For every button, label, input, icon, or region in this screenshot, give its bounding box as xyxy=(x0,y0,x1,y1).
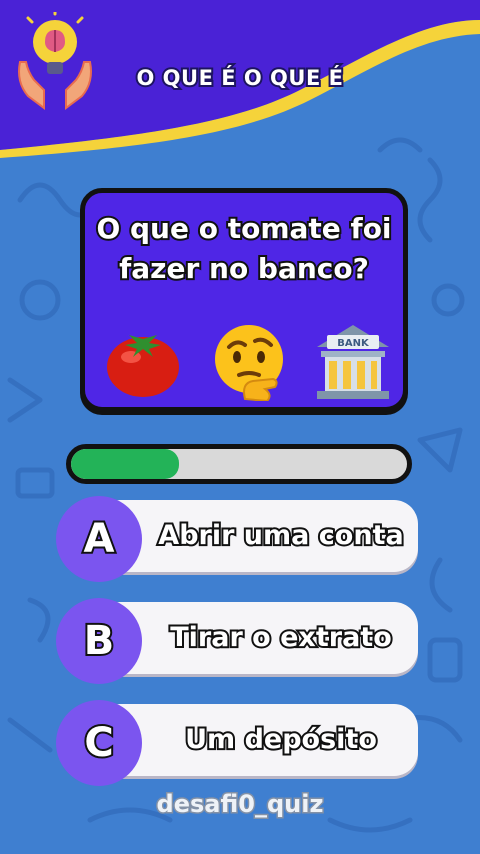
thinking-face-icon xyxy=(215,325,283,401)
answer-letter: A xyxy=(82,514,117,564)
emoji-row: BANK xyxy=(95,321,393,401)
answer-text: Tirar o extrato xyxy=(168,620,394,655)
timer-progress-bar xyxy=(66,444,412,484)
answer-letter: B xyxy=(82,616,117,666)
answer-text: Um depósito xyxy=(183,722,379,757)
watermark: desafi0_quiz xyxy=(155,789,325,820)
answer-option-b[interactable]: B Tirar o extrato xyxy=(56,598,418,684)
question-card: O que o tomate foi fazer no banco? BANK xyxy=(80,188,408,412)
answer-option-c[interactable]: C Um depósito xyxy=(56,700,418,786)
question-line-2: fazer no banco? xyxy=(117,250,371,287)
question-line-1: O que o tomate foi xyxy=(94,210,393,247)
app-title: O QUE É O QUE É xyxy=(135,64,345,92)
question-text: O que o tomate foi fazer no banco? xyxy=(85,209,403,289)
answer-letter: C xyxy=(82,718,115,768)
bank-icon: BANK xyxy=(317,325,389,399)
tomato-icon xyxy=(107,335,179,397)
answer-text: Abrir uma conta xyxy=(156,518,405,553)
answer-option-a[interactable]: A Abrir uma conta xyxy=(56,496,418,582)
timer-progress-fill xyxy=(71,449,179,479)
bank-sign: BANK xyxy=(337,338,370,349)
brain-lightbulb-hands-icon xyxy=(18,12,92,110)
